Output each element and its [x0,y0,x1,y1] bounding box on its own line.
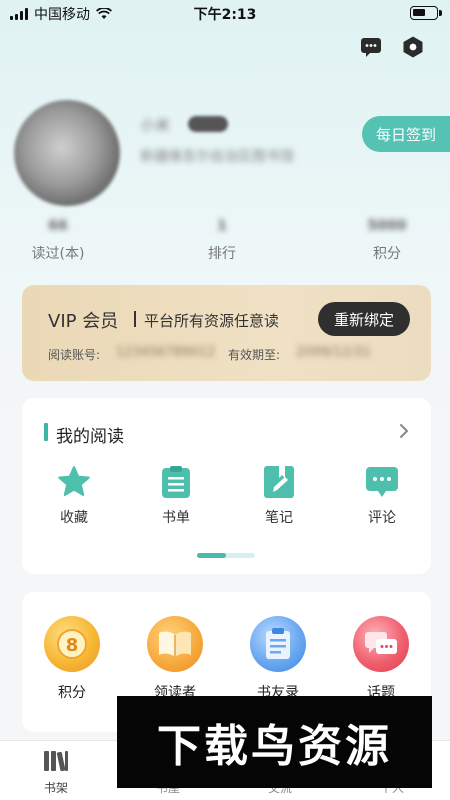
battery-icon [410,6,438,20]
vip-description: 平台所有资源任意读 [144,312,280,330]
reading-item-label: 收藏 [60,510,88,526]
feature-points[interactable]: 8 积分 [32,616,112,702]
points-coin-icon: 8 [44,616,100,672]
watermark-overlay: 下载鸟资源 [117,696,432,788]
open-book-icon [147,616,203,672]
svg-text:8: 8 [66,635,79,656]
username: 小米 [140,116,171,134]
account-label: 阅读账号: [48,348,101,362]
clipboard-icon [250,616,306,672]
chevron-right-icon[interactable] [393,420,415,442]
page-indicator-active [197,553,226,558]
rebind-button[interactable]: 重新绑定 [318,302,410,336]
tab-label: 书架 [43,781,68,795]
my-reading-title: 我的阅读 [56,427,124,447]
section-accent-bar [44,423,48,441]
my-reading-card: 我的阅读 收藏 书单 笔记 评论 [22,398,431,574]
status-bar: 中国移动 下午2:13 [0,0,450,26]
star-icon [56,464,92,500]
reading-item-label: 评论 [368,510,396,526]
expiry-value: 2099/12/31 [296,345,371,360]
stat-points-value: 5000 [367,218,407,234]
reading-item-comments[interactable]: 评论 [342,464,422,527]
hexagon-settings-icon[interactable] [400,34,426,60]
vip-divider [134,311,136,327]
feature-reading-leader[interactable]: 领读者 [135,616,215,702]
tab-bookshelf[interactable]: 书架 [16,749,96,796]
note-pen-icon [261,464,297,500]
reading-item-notes[interactable]: 笔记 [239,464,319,527]
vip-card: VIP 会员 平台所有资源任意读 重新绑定 阅读账号: 123456789012… [22,285,431,381]
chat-bubbles-icon [353,616,409,672]
reading-item-label: 笔记 [265,510,293,526]
page-indicator [197,553,255,558]
user-organization: 新疆维吾尔自治区图书馆 [140,149,294,165]
user-level-badge [188,116,228,132]
feature-label: 积分 [58,685,86,701]
stat-rank-label[interactable]: 排行 [177,243,267,263]
comment-bubble-icon [364,464,400,500]
stat-read-count: 66 [48,218,68,234]
account-value: 123456789012 [116,345,216,360]
avatar[interactable] [14,100,120,206]
message-dots-icon[interactable] [358,34,384,60]
bookshelf-icon [44,751,68,772]
clipboard-list-icon [158,464,194,500]
stat-read-label[interactable]: 读过(本) [13,243,103,263]
status-time: 下午2:13 [193,7,257,23]
stat-points-label[interactable]: 积分 [342,243,432,263]
vip-title: VIP 会员 [48,311,119,332]
expiry-label: 有效期至: [228,348,281,362]
daily-checkin-button[interactable]: 每日签到 [362,116,450,152]
battery-cap [439,10,442,16]
reading-item-booklist[interactable]: 书单 [136,464,216,527]
feature-topics[interactable]: 话题 [341,616,421,702]
feature-book-friends[interactable]: 书友录 [238,616,318,702]
reading-item-favorites[interactable]: 收藏 [34,464,114,527]
stat-rank-value: 1 [217,218,227,234]
reading-item-label: 书单 [162,510,190,526]
